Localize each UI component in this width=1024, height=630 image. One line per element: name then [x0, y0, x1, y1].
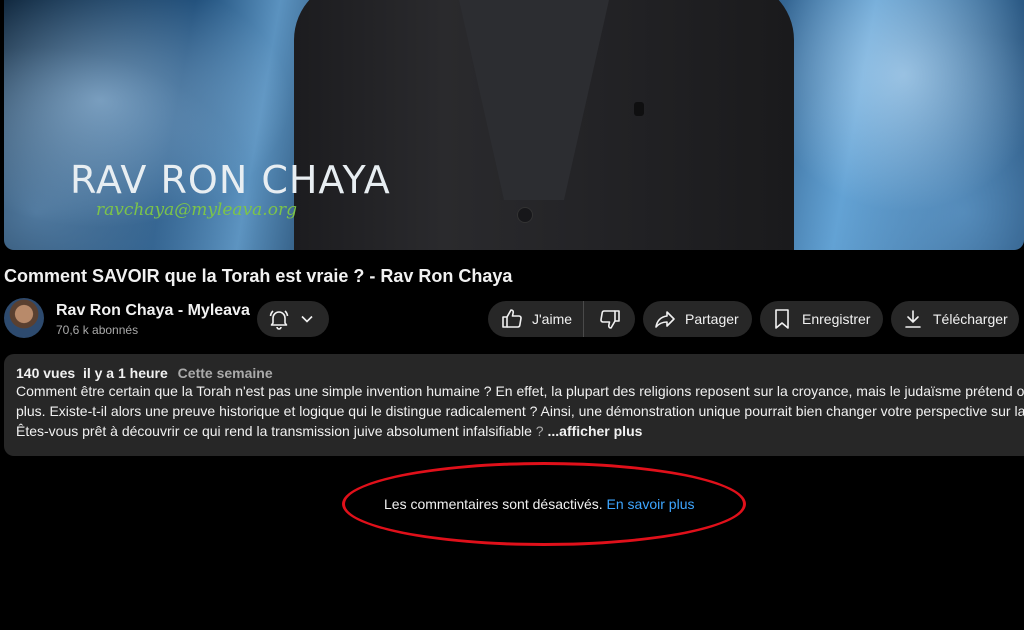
hashtag-tag[interactable]: Cette semaine	[178, 365, 273, 381]
lapel-mic	[634, 102, 644, 116]
thumbs-down-icon	[598, 307, 622, 331]
upload-time: il y a 1 heure	[82, 365, 168, 381]
share-label: Partager	[685, 311, 739, 327]
video-title: Comment SAVOIR que la Torah est vraie ? …	[4, 266, 513, 286]
description-line: plus. Existe-t-il alors une preuve histo…	[16, 403, 1024, 419]
like-dislike-group: J'aime	[488, 301, 635, 337]
dislike-button[interactable]	[584, 301, 635, 337]
save-label: Enregistrer	[802, 311, 871, 327]
video-overlay-name: RAV RON CHAYA	[70, 158, 391, 202]
like-button[interactable]: J'aime	[488, 301, 584, 337]
download-label: Télécharger	[933, 311, 1008, 327]
description-ellipsis: ?	[531, 423, 548, 439]
subscriber-count: 70,6 k abonnés	[56, 323, 139, 337]
chevron-down-icon	[295, 307, 319, 331]
video-overlay-email: ravchaya@myleava.org	[96, 200, 297, 220]
jacket-button	[517, 207, 533, 223]
download-icon	[901, 307, 925, 331]
annotation-ellipse	[342, 462, 746, 546]
description-box[interactable]: 140 vues il y a 1 heure Cette semaine Co…	[4, 354, 1024, 456]
save-button[interactable]: Enregistrer	[760, 301, 883, 337]
description-line: Comment être certain que la Torah n'est …	[16, 383, 1024, 399]
bookmark-icon	[770, 307, 794, 331]
video-meta: 140 vues il y a 1 heure Cette semaine	[16, 365, 1012, 381]
video-player[interactable]: RAV RON CHAYA ravchaya@myleava.org	[4, 0, 1024, 250]
view-count: 140 vues	[16, 365, 76, 381]
channel-avatar[interactable]	[4, 298, 44, 338]
download-button[interactable]: Télécharger	[891, 301, 1019, 337]
notifications-button[interactable]	[257, 301, 329, 337]
bell-icon	[267, 307, 291, 331]
like-label: J'aime	[532, 311, 573, 327]
show-more-button[interactable]: ...afficher plus	[548, 423, 643, 439]
share-icon	[653, 307, 677, 331]
share-button[interactable]: Partager	[643, 301, 752, 337]
description-text: Êtes-vous prêt à découvrir ce qui rend l…	[16, 423, 532, 439]
channel-name[interactable]: Rav Ron Chaya - Myleava	[56, 302, 250, 320]
thumbs-up-icon	[500, 307, 524, 331]
description-line-last: Êtes-vous prêt à découvrir ce qui rend l…	[16, 421, 1012, 441]
